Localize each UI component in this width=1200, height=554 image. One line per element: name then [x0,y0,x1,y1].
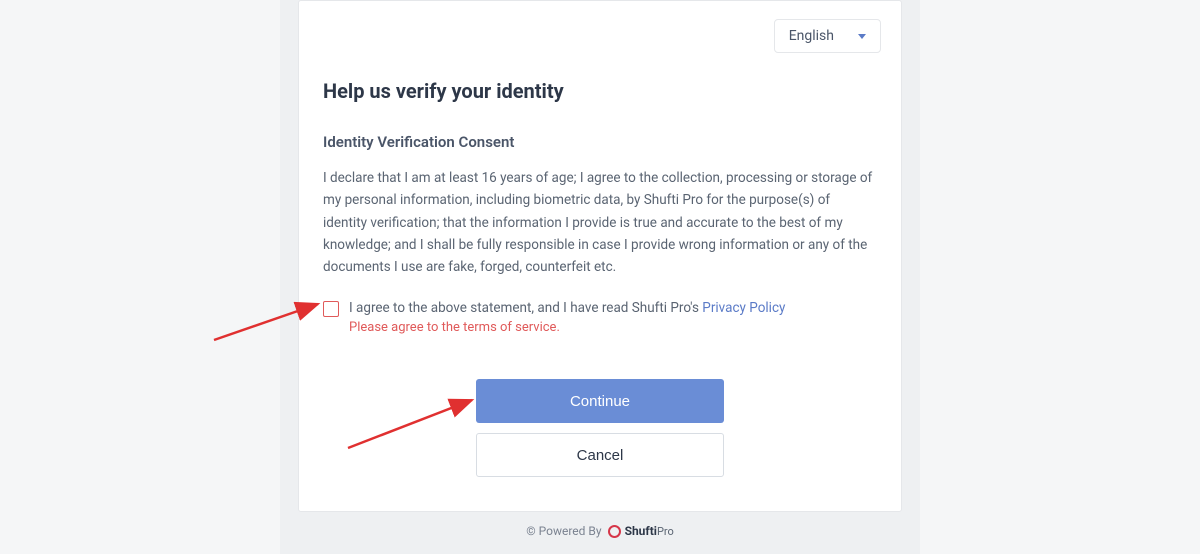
shufti-logo: ShuftiPro [608,524,674,538]
shufti-circle-icon [608,525,621,538]
consent-text-wrap: I agree to the above statement, and I ha… [349,300,785,335]
brand-light: Pro [657,525,674,538]
consent-error: Please agree to the terms of service. [349,320,785,335]
consent-heading: Identity Verification Consent [323,133,877,151]
chevron-down-icon [858,34,866,39]
brand-bold: Shufti [625,524,657,538]
consent-text: I declare that I am at least 16 years of… [323,167,877,278]
footer: © Powered By ShuftiPro [280,512,920,554]
powered-by-label: © Powered By [526,524,601,538]
privacy-policy-link[interactable]: Privacy Policy [702,300,785,316]
language-label: English [789,28,834,44]
language-selector[interactable]: English [774,19,881,53]
agree-statement: I agree to the above statement, and I ha… [349,300,785,316]
card-header: English [299,1,901,53]
consent-checkbox[interactable] [323,301,339,317]
modal-background: English Help us verify your identity Ide… [280,0,920,554]
button-group: Continue Cancel [323,379,877,477]
card-body: Help us verify your identity Identity Ve… [299,53,901,511]
page-title: Help us verify your identity [323,79,877,103]
continue-button[interactable]: Continue [476,379,724,423]
agree-prefix: I agree to the above statement, and I ha… [349,300,702,316]
verification-card: English Help us verify your identity Ide… [298,0,902,512]
consent-checkbox-row: I agree to the above statement, and I ha… [323,300,877,335]
cancel-button[interactable]: Cancel [476,433,724,477]
